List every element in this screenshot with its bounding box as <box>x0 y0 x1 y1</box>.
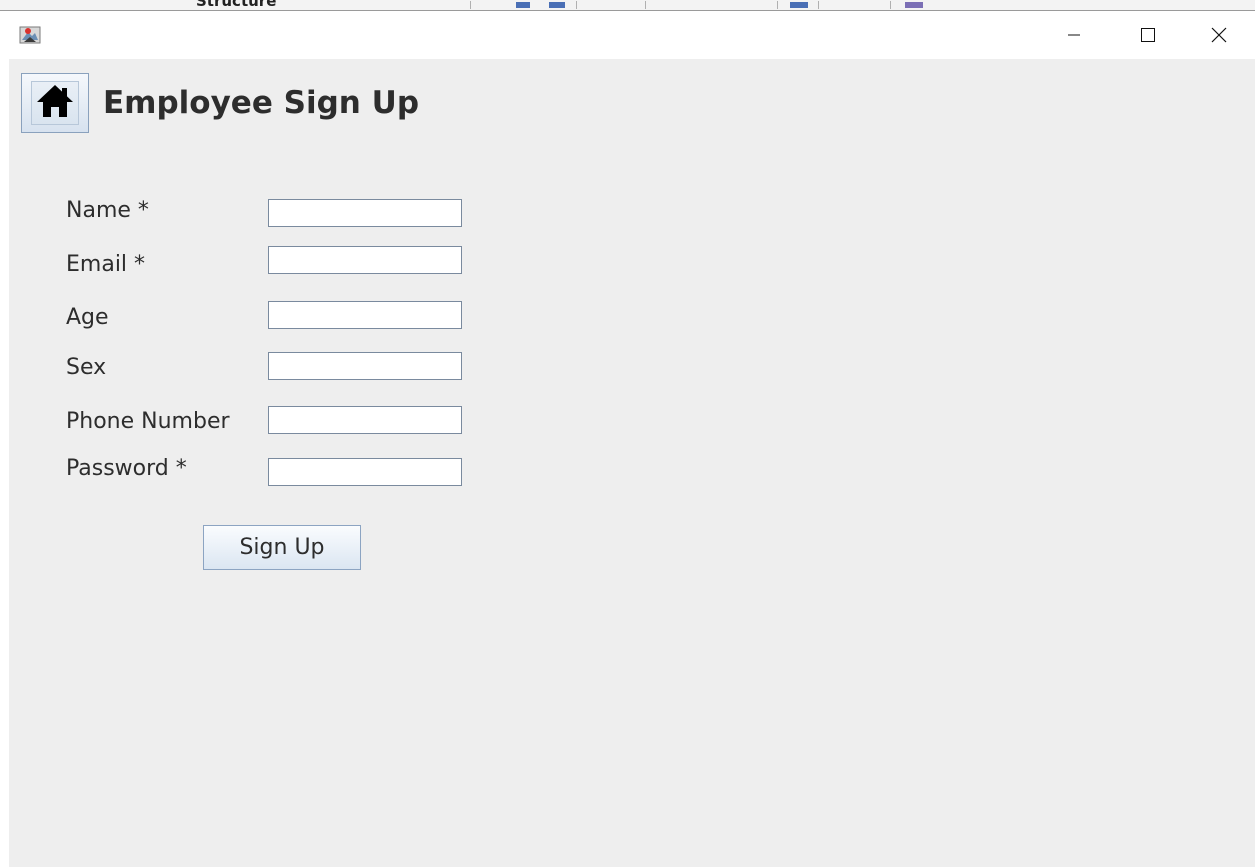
sign-up-button-label: Sign Up <box>239 535 325 560</box>
toolbar-icon <box>549 2 565 8</box>
minimize-icon <box>1067 28 1081 42</box>
toolbar-separator <box>777 1 778 9</box>
maximize-button[interactable] <box>1125 11 1171 59</box>
sex-field[interactable] <box>268 352 462 380</box>
phone-number-field[interactable] <box>268 406 462 434</box>
home-icon <box>35 83 75 124</box>
background-ide-toolbar: Structure <box>0 0 1255 11</box>
page-title: Employee Sign Up <box>103 85 420 121</box>
age-field[interactable] <box>268 301 462 329</box>
toolbar-icon <box>905 2 923 8</box>
toolbar-separator <box>470 1 471 9</box>
sex-label: Sex <box>66 355 107 380</box>
password-field[interactable] <box>268 458 462 486</box>
close-icon <box>1211 27 1227 43</box>
home-button-face <box>31 81 79 125</box>
close-button[interactable] <box>1196 11 1242 59</box>
java-app-icon <box>19 25 41 45</box>
password-label: Password * <box>66 456 187 481</box>
email-field[interactable] <box>268 246 462 274</box>
phone-number-label: Phone Number <box>66 409 230 434</box>
email-label: Email * <box>66 252 146 277</box>
maximize-icon <box>1140 27 1156 43</box>
sign-up-button[interactable]: Sign Up <box>203 525 361 570</box>
home-button[interactable] <box>21 73 89 133</box>
toolbar-separator <box>645 1 646 9</box>
toolbar-separator <box>576 1 577 9</box>
name-field[interactable] <box>268 199 462 227</box>
age-label: Age <box>66 305 109 330</box>
name-label: Name * <box>66 198 149 223</box>
toolbar-icon <box>516 2 530 8</box>
minimize-button[interactable] <box>1051 11 1097 59</box>
toolbar-icon <box>790 2 808 8</box>
signup-panel: Employee Sign Up Name * Email * Age Sex … <box>9 59 1255 867</box>
toolbar-separator <box>818 1 819 9</box>
window-titlebar[interactable] <box>0 11 1255 59</box>
background-ide-label: Structure <box>196 0 277 10</box>
toolbar-separator <box>890 1 891 9</box>
